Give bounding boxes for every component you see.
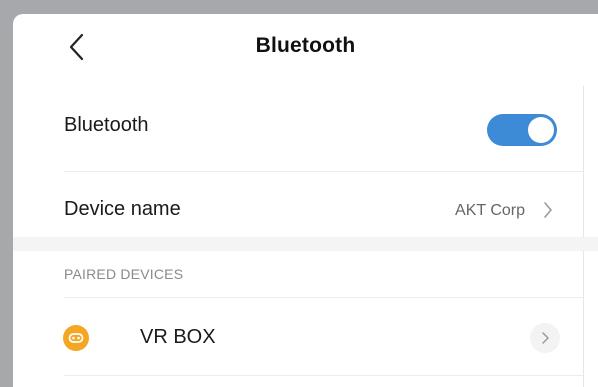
bluetooth-settings-screen: Bluetooth Bluetooth Device name AKT Corp… [13, 14, 598, 387]
vr-headset-icon [63, 325, 89, 351]
paired-device-name: VR BOX [140, 326, 216, 348]
bluetooth-label: Bluetooth [64, 114, 149, 136]
divider [64, 297, 583, 298]
bluetooth-toggle[interactable] [487, 114, 557, 146]
device-details-button[interactable] [530, 323, 560, 353]
device-name-label: Device name [64, 198, 181, 220]
device-name-row[interactable]: Device name AKT Corp [13, 174, 583, 246]
paired-devices-header: PAIRED DEVICES [64, 266, 184, 282]
device-name-value: AKT Corp [455, 202, 525, 219]
divider [64, 171, 583, 172]
paired-device-row[interactable]: VR BOX [13, 299, 583, 371]
section-separator [13, 237, 598, 251]
chevron-right-icon [542, 332, 549, 344]
bluetooth-toggle-row[interactable]: Bluetooth [13, 94, 583, 170]
header: Bluetooth [13, 14, 598, 80]
chevron-right-icon [544, 202, 552, 218]
page-title: Bluetooth [255, 34, 356, 57]
toggle-knob [528, 117, 554, 143]
divider [64, 375, 583, 376]
